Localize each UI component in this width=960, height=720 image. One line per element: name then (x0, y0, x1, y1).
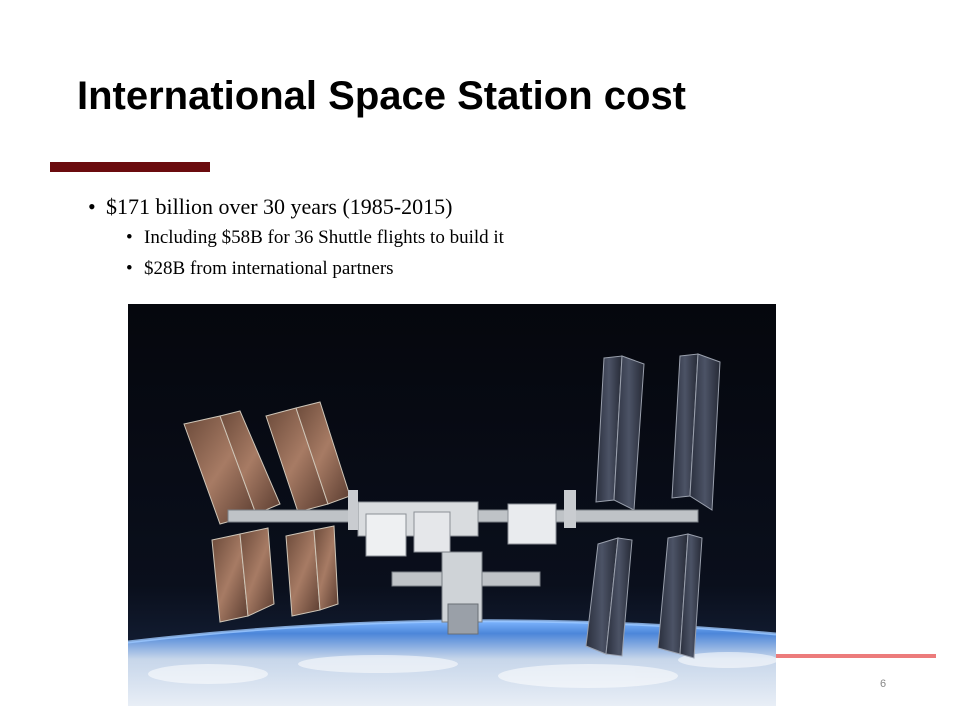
footer-accent-line (776, 654, 936, 658)
bullet-dot: • (126, 258, 133, 279)
iss-illustration (128, 304, 776, 706)
sub-bullet-item: • Including $58B for 36 Shuttle flights t… (126, 222, 908, 253)
sub-bullet-text: $28B from international partners (144, 258, 394, 279)
sub-bullet-text: Including $58B for 36 Shuttle flights to… (144, 227, 504, 248)
bullet-dot: • (88, 194, 96, 219)
page-number: 6 (879, 678, 887, 690)
slide: International Space Station cost • $171 b… (0, 0, 960, 720)
bullet-text: $171 billion over 30 years (1985-2015) (106, 194, 453, 219)
bullet-list: • $171 billion over 30 years (1985-2015) … (88, 192, 908, 284)
slide-title: International Space Station cost (77, 74, 687, 118)
title-accent-bar (50, 162, 210, 172)
iss-photo (128, 304, 776, 706)
sub-bullet-item: • $28B from international partners (126, 253, 908, 284)
bullet-item: • $171 billion over 30 years (1985-2015) (88, 192, 908, 222)
bullet-dot: • (126, 227, 133, 248)
